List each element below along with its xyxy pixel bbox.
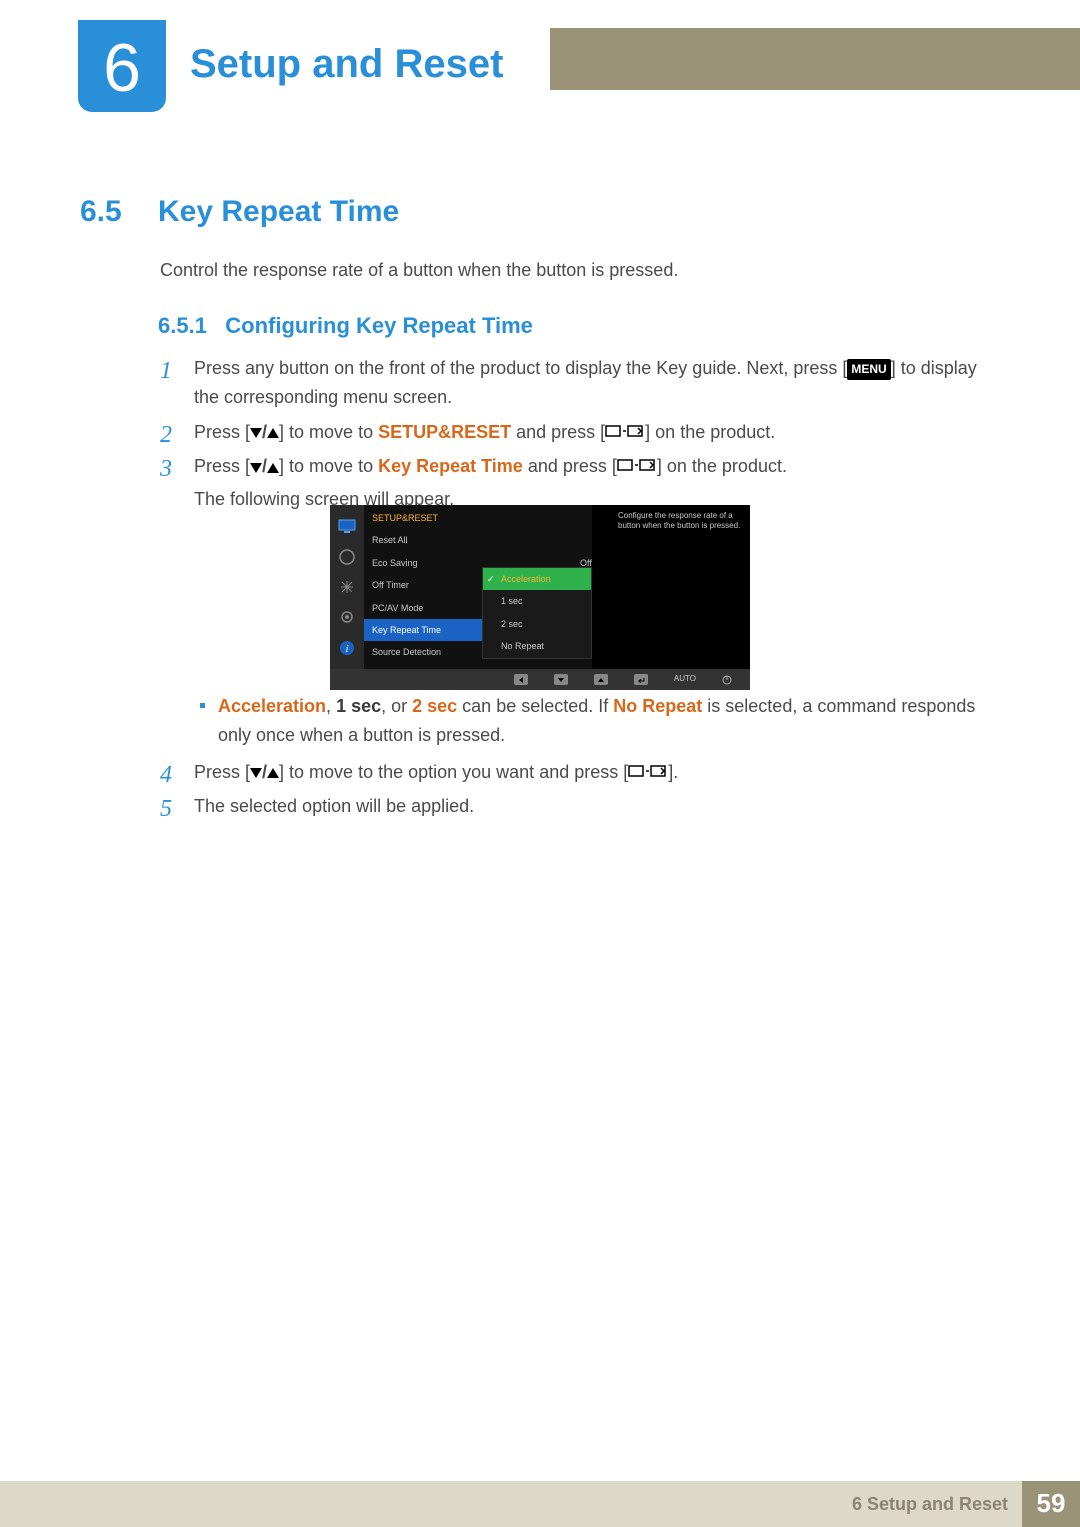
- osd-navbar: AUTO: [330, 669, 750, 690]
- highlight-setup-reset: SETUP&RESET: [378, 422, 511, 442]
- size-icon: [337, 578, 357, 596]
- step-number: 4: [160, 756, 172, 794]
- step-text: The selected option will be applied.: [194, 796, 474, 816]
- menu-button-label: MENU: [847, 359, 890, 380]
- osd-submenu-item-selected: ✓Acceleration: [483, 568, 591, 590]
- up-arrow-icon: [267, 768, 279, 778]
- section-intro: Control the response rate of a button wh…: [160, 256, 984, 285]
- monitor-icon: [337, 517, 357, 535]
- enter-icon: [628, 764, 668, 778]
- osd-nav-power-icon: [722, 675, 732, 685]
- color-icon: [337, 548, 357, 566]
- osd-description: Configure the response rate of a button …: [618, 511, 744, 531]
- chapter-title: Setup and Reset: [190, 32, 503, 96]
- step-text: ] on the product.: [657, 456, 787, 476]
- step-text: Press [: [194, 422, 250, 442]
- step-text: ] on the product.: [645, 422, 775, 442]
- svg-text:i: i: [346, 644, 349, 655]
- osd-menu-item: Reset All: [364, 529, 592, 551]
- option-acceleration: Acceleration: [218, 696, 326, 716]
- header-accent-bar: [550, 28, 1080, 90]
- subsection-title: Configuring Key Repeat Time: [225, 313, 533, 338]
- step-4: 4 Press [/] to move to the option you wa…: [160, 758, 984, 787]
- subsection-heading: 6.5.1 Configuring Key Repeat Time: [158, 308, 533, 343]
- step-text: Press [: [194, 762, 250, 782]
- osd-nav-up-icon: [594, 674, 608, 685]
- down-arrow-icon: [250, 463, 262, 473]
- setup-icon: [337, 608, 357, 626]
- step-5: 5 The selected option will be applied.: [160, 792, 984, 821]
- osd-nav-left-icon: [514, 674, 528, 685]
- step-number: 5: [160, 790, 172, 828]
- step-text: ] to move to the option you want and pre…: [279, 762, 628, 782]
- osd-sidebar: i: [330, 505, 364, 669]
- option-no-repeat: No Repeat: [613, 696, 702, 716]
- osd-submenu-item: 2 sec: [483, 613, 591, 635]
- highlight-key-repeat: Key Repeat Time: [378, 456, 523, 476]
- enter-icon: [617, 458, 657, 472]
- up-arrow-icon: [267, 463, 279, 473]
- osd-panel-title: SETUP&RESET: [364, 505, 592, 529]
- step-number: 2: [160, 416, 172, 454]
- enter-icon: [605, 424, 645, 438]
- option-1sec: 1 sec: [336, 696, 381, 716]
- osd-submenu-item: 1 sec: [483, 590, 591, 612]
- up-arrow-icon: [267, 428, 279, 438]
- chapter-number-badge: 6: [78, 20, 166, 112]
- down-arrow-icon: [250, 768, 262, 778]
- footer-page-number: 59: [1022, 1481, 1080, 1527]
- info-icon: i: [337, 639, 357, 657]
- option-2sec: 2 sec: [412, 696, 457, 716]
- subsection-number: 6.5.1: [158, 313, 207, 338]
- step-text: ] to move to: [279, 422, 378, 442]
- step-number: 3: [160, 450, 172, 488]
- footer-chapter-label: 6 Setup and Reset: [852, 1490, 1008, 1519]
- osd-screenshot: i SETUP&RESET Reset All Eco SavingOff Of…: [330, 505, 750, 690]
- step-text: and press [: [511, 422, 605, 442]
- osd-submenu: ✓Acceleration 1 sec 2 sec No Repeat: [482, 567, 592, 659]
- osd-nav-down-icon: [554, 674, 568, 685]
- osd-nav-enter-icon: [634, 674, 648, 685]
- section-number: 6.5: [80, 188, 122, 236]
- step-number: 1: [160, 352, 172, 390]
- step-text: ] to move to: [279, 456, 378, 476]
- page-footer: 6 Setup and Reset 59: [0, 1481, 1080, 1527]
- step-text: Press [: [194, 456, 250, 476]
- step-text: ].: [668, 762, 678, 782]
- step-text: and press [: [523, 456, 617, 476]
- bullet-item: Acceleration, 1 sec, or 2 sec can be sel…: [160, 692, 984, 750]
- step-text: Press any button on the front of the pro…: [194, 358, 847, 378]
- section-title: Key Repeat Time: [158, 188, 399, 236]
- step-1: 1 Press any button on the front of the p…: [160, 354, 984, 412]
- osd-nav-auto-label: AUTO: [674, 673, 696, 686]
- step-2: 2 Press [/] to move to SETUP&RESET and p…: [160, 418, 984, 447]
- down-arrow-icon: [250, 428, 262, 438]
- osd-submenu-item: No Repeat: [483, 635, 591, 657]
